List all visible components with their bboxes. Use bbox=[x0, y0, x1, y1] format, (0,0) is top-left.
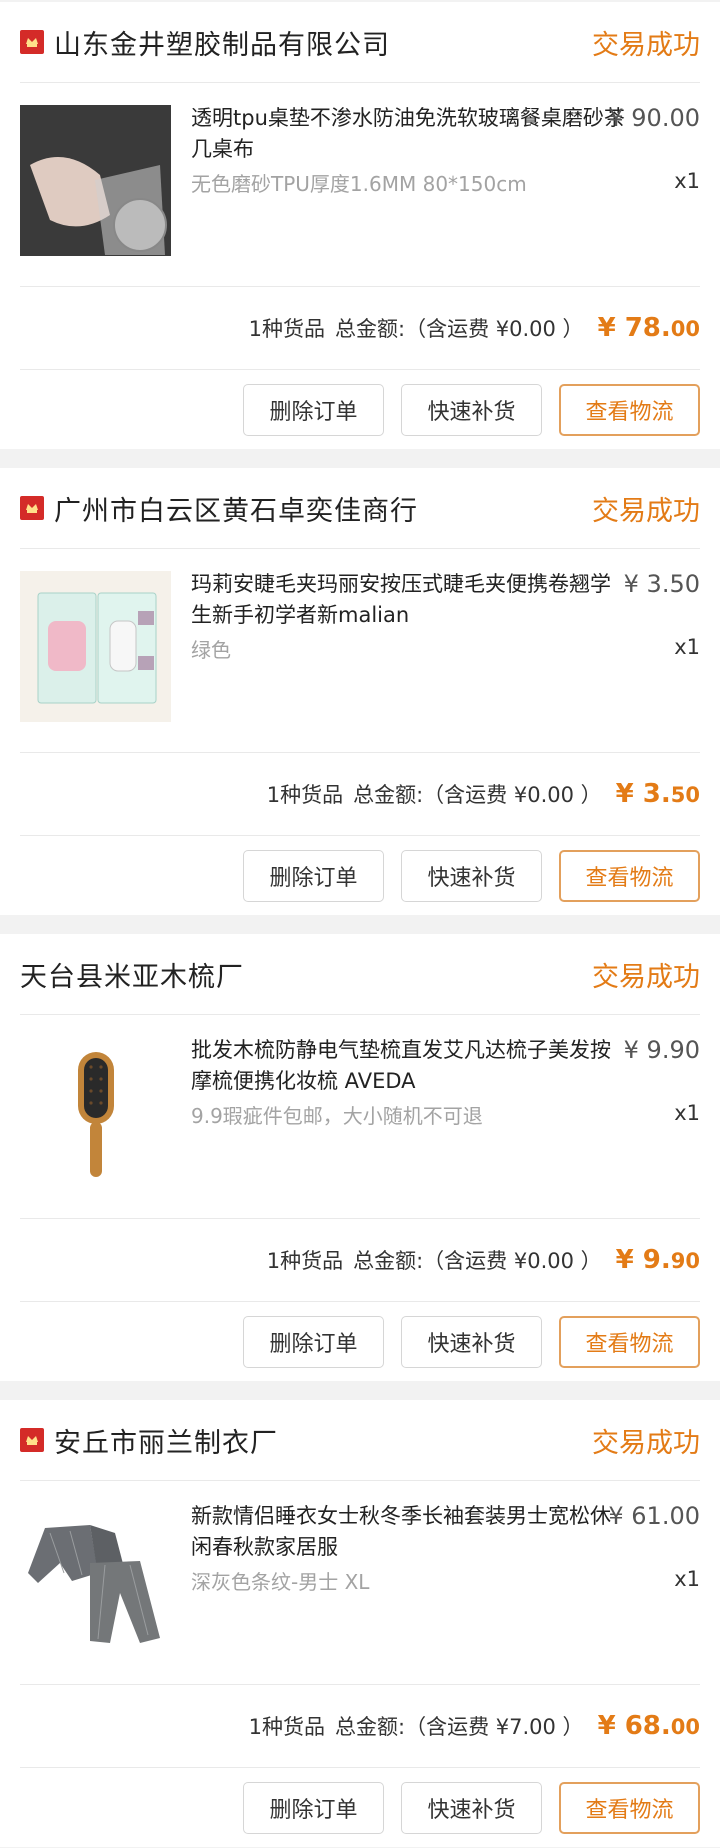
order-card: 天台县米亚木梳厂 交易成功批发木梳防静电气垫梳直发艾凡达梳子美发按摩梳便携化妆梳 … bbox=[0, 934, 720, 1381]
order-card: 安丘市丽兰制衣厂 交易成功新款情侣睡衣女士秋冬季长袖套装男士宽松休闲春秋款家居服深… bbox=[0, 1400, 720, 1847]
product-thumbnail[interactable] bbox=[20, 571, 171, 722]
total-label: 总金额:（含运费 ¥0.00 ） bbox=[353, 783, 602, 807]
quick-reorder-button[interactable]: 快速补货 bbox=[401, 1316, 542, 1368]
order-header: 安丘市丽兰制衣厂 交易成功 bbox=[20, 1400, 700, 1481]
order-total-decimal: 00 bbox=[670, 317, 700, 341]
order-status: 交易成功 bbox=[592, 961, 700, 993]
order-card: 山东金井塑胶制品有限公司 交易成功透明tpu桌垫不渗水防油免洗软玻璃餐桌磨砂茶几桌… bbox=[0, 2, 720, 449]
order-header: 山东金井塑胶制品有限公司 交易成功 bbox=[20, 2, 700, 83]
order-total: ¥ 9.90 bbox=[616, 1245, 700, 1275]
order-status: 交易成功 bbox=[592, 495, 700, 527]
order-actions: 删除订单 快速补货 查看物流 bbox=[20, 1302, 700, 1382]
view-logistics-button[interactable]: 查看物流 bbox=[559, 1782, 700, 1834]
quick-reorder-button[interactable]: 快速补货 bbox=[401, 1782, 542, 1834]
order-total-integer: ¥ 68. bbox=[597, 1711, 671, 1741]
shop-badge-icon bbox=[20, 30, 44, 54]
view-logistics-button[interactable]: 查看物流 bbox=[559, 384, 700, 436]
delete-order-button[interactable]: 删除订单 bbox=[243, 384, 384, 436]
product-thumbnail[interactable] bbox=[20, 105, 171, 256]
delete-order-button[interactable]: 删除订单 bbox=[243, 850, 384, 902]
item-count: 1种货品 bbox=[248, 317, 326, 341]
order-total-integer: ¥ 3. bbox=[615, 779, 671, 809]
shop-name-link[interactable]: 山东金井塑胶制品有限公司 bbox=[54, 23, 390, 62]
product-spec: 深灰色条纹-男士 XL bbox=[191, 1570, 370, 1594]
product-quantity: x1 bbox=[674, 169, 700, 193]
quick-reorder-button[interactable]: 快速补货 bbox=[401, 850, 542, 902]
product-price: ¥ 3.50 bbox=[623, 570, 700, 598]
product-price: ¥ 90.00 bbox=[608, 104, 700, 132]
order-actions: 删除订单 快速补货 查看物流 bbox=[20, 836, 700, 916]
product-title[interactable]: 新款情侣睡衣女士秋冬季长袖套装男士宽松休闲春秋款家居服 bbox=[191, 1501, 631, 1563]
product-spec: 绿色 bbox=[191, 638, 231, 662]
order-total-integer: ¥ 78. bbox=[597, 313, 671, 343]
order-actions: 删除订单 快速补货 查看物流 bbox=[20, 370, 700, 450]
product-spec: 9.9瑕疵件包邮，大小随机不可退 bbox=[191, 1104, 483, 1128]
product-price: ¥ 9.90 bbox=[623, 1036, 700, 1064]
order-header: 天台县米亚木梳厂 交易成功 bbox=[20, 934, 700, 1015]
product-quantity: x1 bbox=[674, 1567, 700, 1591]
item-count: 1种货品 bbox=[248, 1715, 326, 1739]
order-item[interactable]: 新款情侣睡衣女士秋冬季长袖套装男士宽松休闲春秋款家居服深灰色条纹-男士 XL ¥ … bbox=[20, 1481, 700, 1685]
product-thumbnail[interactable] bbox=[20, 1503, 171, 1654]
view-logistics-button[interactable]: 查看物流 bbox=[559, 850, 700, 902]
order-total: ¥ 3.50 bbox=[616, 779, 700, 809]
order-summary: 1种货品 总金额:（含运费 ¥0.00 ） ¥ 3.50 bbox=[20, 753, 700, 836]
order-total: ¥ 68.00 bbox=[598, 1711, 700, 1741]
order-status: 交易成功 bbox=[592, 29, 700, 61]
total-label: 总金额:（含运费 ¥7.00 ） bbox=[335, 1715, 584, 1739]
product-title[interactable]: 批发木梳防静电气垫梳直发艾凡达梳子美发按摩梳便携化妆梳 AVEDA bbox=[191, 1035, 631, 1097]
shop-name-link[interactable]: 安丘市丽兰制衣厂 bbox=[54, 1421, 278, 1460]
order-header: 广州市白云区黄石卓奕佳商行 交易成功 bbox=[20, 468, 700, 549]
product-title[interactable]: 透明tpu桌垫不渗水防油免洗软玻璃餐桌磨砂茶几桌布 bbox=[191, 103, 631, 165]
quick-reorder-button[interactable]: 快速补货 bbox=[401, 384, 542, 436]
shop-badge-icon bbox=[20, 1428, 44, 1452]
order-card: 广州市白云区黄石卓奕佳商行 交易成功玛莉安睫毛夹玛丽安按压式睫毛夹便携卷翘学生新手… bbox=[0, 468, 720, 915]
order-total-decimal: 90 bbox=[670, 1249, 700, 1273]
order-total-decimal: 00 bbox=[670, 1715, 700, 1739]
order-summary: 1种货品 总金额:（含运费 ¥0.00 ） ¥ 78.00 bbox=[20, 287, 700, 370]
shop-badge-icon bbox=[20, 496, 44, 520]
item-count: 1种货品 bbox=[266, 783, 344, 807]
delete-order-button[interactable]: 删除订单 bbox=[243, 1316, 384, 1368]
shop-name-link[interactable]: 天台县米亚木梳厂 bbox=[20, 955, 244, 994]
product-spec: 无色磨砂TPU厚度1.6MM 80*150cm bbox=[191, 172, 527, 196]
product-quantity: x1 bbox=[674, 1101, 700, 1125]
order-total: ¥ 78.00 bbox=[598, 313, 700, 343]
order-item[interactable]: 透明tpu桌垫不渗水防油免洗软玻璃餐桌磨砂茶几桌布无色磨砂TPU厚度1.6MM … bbox=[20, 83, 700, 287]
shop-name-link[interactable]: 广州市白云区黄石卓奕佳商行 bbox=[54, 489, 418, 528]
order-summary: 1种货品 总金额:（含运费 ¥7.00 ） ¥ 68.00 bbox=[20, 1685, 700, 1768]
product-price: ¥ 61.00 bbox=[608, 1502, 700, 1530]
delete-order-button[interactable]: 删除订单 bbox=[243, 1782, 384, 1834]
order-actions: 删除订单 快速补货 查看物流 bbox=[20, 1768, 700, 1848]
order-item[interactable]: 批发木梳防静电气垫梳直发艾凡达梳子美发按摩梳便携化妆梳 AVEDA 9.9瑕疵件包… bbox=[20, 1015, 700, 1219]
order-total-integer: ¥ 9. bbox=[615, 1245, 671, 1275]
total-label: 总金额:（含运费 ¥0.00 ） bbox=[353, 1249, 602, 1273]
item-count: 1种货品 bbox=[266, 1249, 344, 1273]
order-item[interactable]: 玛莉安睫毛夹玛丽安按压式睫毛夹便携卷翘学生新手初学者新malian 绿色 ¥ 3.5… bbox=[20, 549, 700, 753]
order-summary: 1种货品 总金额:（含运费 ¥0.00 ） ¥ 9.90 bbox=[20, 1219, 700, 1302]
product-thumbnail[interactable] bbox=[20, 1037, 171, 1188]
view-logistics-button[interactable]: 查看物流 bbox=[559, 1316, 700, 1368]
order-status: 交易成功 bbox=[592, 1427, 700, 1459]
product-title[interactable]: 玛莉安睫毛夹玛丽安按压式睫毛夹便携卷翘学生新手初学者新malian bbox=[191, 569, 631, 631]
total-label: 总金额:（含运费 ¥0.00 ） bbox=[335, 317, 584, 341]
order-total-decimal: 50 bbox=[670, 783, 700, 807]
product-quantity: x1 bbox=[674, 635, 700, 659]
order-list: 山东金井塑胶制品有限公司 交易成功 透明tpu桌垫不渗水防油免洗软玻璃餐桌磨砂茶几桌… bbox=[0, 2, 720, 1847]
